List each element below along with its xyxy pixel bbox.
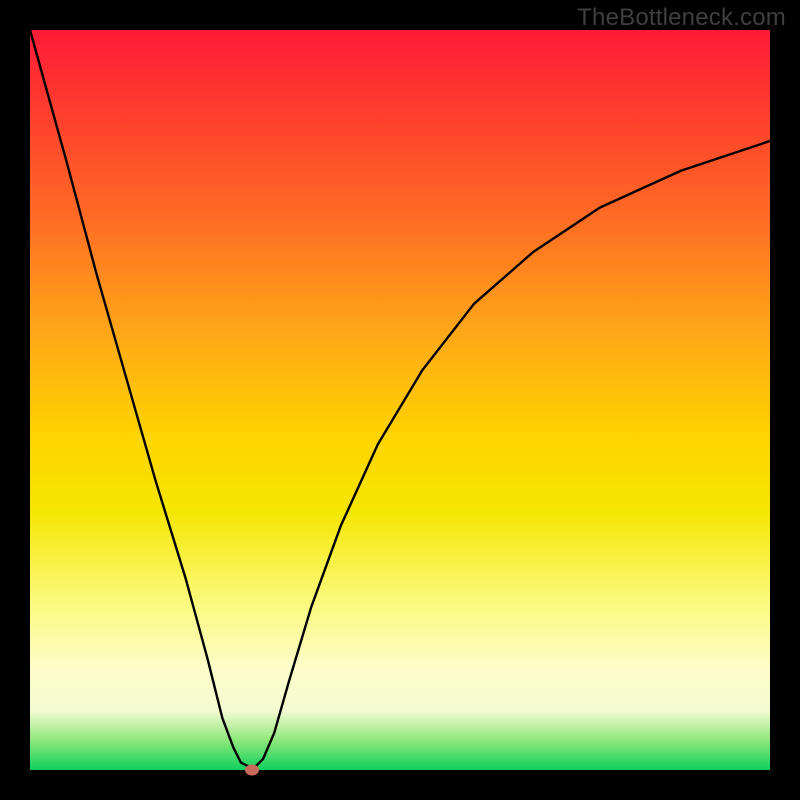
curve-path [30,30,770,766]
plot-area [30,30,770,770]
bottleneck-curve [30,30,770,770]
chart-frame: TheBottleneck.com [0,0,800,800]
minimum-marker [245,765,259,776]
watermark-text: TheBottleneck.com [577,4,786,32]
